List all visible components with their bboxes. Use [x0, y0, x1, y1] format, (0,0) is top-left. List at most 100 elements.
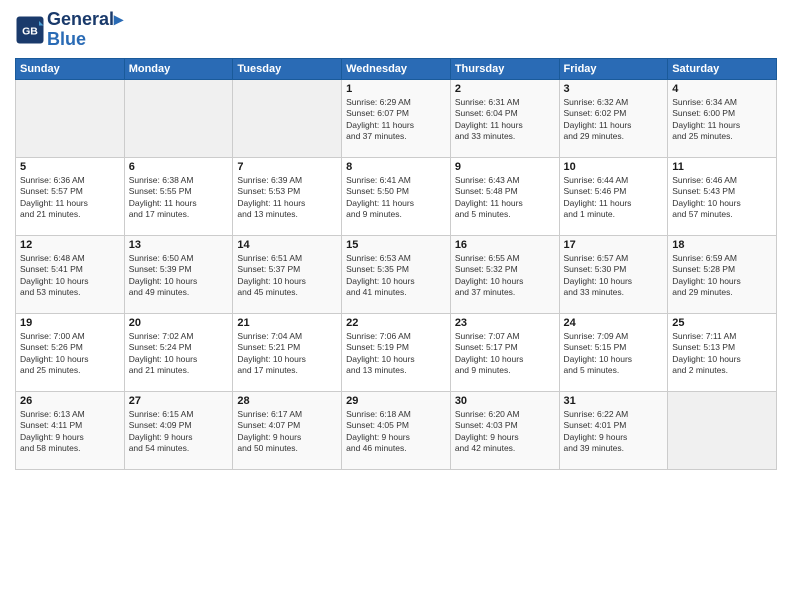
calendar-cell: 2 Sunrise: 6:31 AM Sunset: 6:04 PM Daylig… — [450, 79, 559, 157]
cell-info: Sunrise: 6:53 AM Sunset: 5:35 PM Dayligh… — [346, 253, 446, 299]
logo-text-line1: General▸ — [47, 10, 123, 30]
calendar-cell: 29Sunrise: 6:18 AM Sunset: 4:05 PM Dayli… — [342, 391, 451, 469]
day-number: 14 — [237, 239, 337, 251]
cell-info: Sunrise: 6:38 AM Sunset: 5:55 PM Dayligh… — [129, 175, 229, 221]
weekday-header-tuesday: Tuesday — [233, 58, 342, 79]
calendar-cell: 12 Sunrise: 6:48 AM Sunset: 5:41 PM Dayli… — [16, 235, 125, 313]
calendar-cell: 28Sunrise: 6:17 AM Sunset: 4:07 PM Dayli… — [233, 391, 342, 469]
cell-info: Sunrise: 6:34 AM Sunset: 6:00 PM Dayligh… — [672, 97, 772, 143]
cell-info: Sunrise: 6:29 AM Sunset: 6:07 PM Dayligh… — [346, 97, 446, 143]
cell-info: Sunrise: 6:20 AM Sunset: 4:03 PM Dayligh… — [455, 409, 555, 455]
header: GB General▸ Blue — [15, 10, 777, 50]
calendar-cell: 20 Sunrise: 7:02 AM Sunset: 5:24 PM Dayli… — [124, 313, 233, 391]
calendar-cell: 30 Sunrise: 6:20 AM Sunset: 4:03 PM Dayli… — [450, 391, 559, 469]
day-number: 25 — [672, 317, 772, 329]
cell-info: Sunrise: 6:50 AM Sunset: 5:39 PM Dayligh… — [129, 253, 229, 299]
day-number: 16 — [455, 239, 555, 251]
cell-info: Sunrise: 7:00 AM Sunset: 5:26 PM Dayligh… — [20, 331, 120, 377]
week-row-3: 12 Sunrise: 6:48 AM Sunset: 5:41 PM Dayli… — [16, 235, 777, 313]
day-number: 12 — [20, 239, 120, 251]
weekday-header-friday: Friday — [559, 58, 668, 79]
weekday-header-row: SundayMondayTuesdayWednesdayThursdayFrid… — [16, 58, 777, 79]
cell-info: Sunrise: 7:09 AM Sunset: 5:15 PM Dayligh… — [564, 331, 664, 377]
day-number: 31 — [564, 395, 664, 407]
day-number: 4 — [672, 83, 772, 95]
calendar-cell: 18 Sunrise: 6:59 AM Sunset: 5:28 PM Dayli… — [668, 235, 777, 313]
calendar-cell: 15 Sunrise: 6:53 AM Sunset: 5:35 PM Dayli… — [342, 235, 451, 313]
cell-info: Sunrise: 6:32 AM Sunset: 6:02 PM Dayligh… — [564, 97, 664, 143]
cell-info: Sunrise: 6:44 AM Sunset: 5:46 PM Dayligh… — [564, 175, 664, 221]
calendar-cell: 26 Sunrise: 6:13 AM Sunset: 4:11 PM Dayli… — [16, 391, 125, 469]
logo-text-line2: Blue — [47, 30, 123, 50]
calendar-cell: 10 Sunrise: 6:44 AM Sunset: 5:46 PM Dayli… — [559, 157, 668, 235]
calendar-cell: 24 Sunrise: 7:09 AM Sunset: 5:15 PM Dayli… — [559, 313, 668, 391]
logo: GB General▸ Blue — [15, 10, 123, 50]
calendar-cell: 13 Sunrise: 6:50 AM Sunset: 5:39 PM Dayli… — [124, 235, 233, 313]
cell-info: Sunrise: 7:11 AM Sunset: 5:13 PM Dayligh… — [672, 331, 772, 377]
day-number: 24 — [564, 317, 664, 329]
cell-info: Sunrise: 6:39 AM Sunset: 5:53 PM Dayligh… — [237, 175, 337, 221]
calendar-cell: 11 Sunrise: 6:46 AM Sunset: 5:43 PM Dayli… — [668, 157, 777, 235]
weekday-header-thursday: Thursday — [450, 58, 559, 79]
calendar-cell: 19Sunrise: 7:00 AM Sunset: 5:26 PM Dayli… — [16, 313, 125, 391]
cell-info: Sunrise: 6:43 AM Sunset: 5:48 PM Dayligh… — [455, 175, 555, 221]
calendar-page: GB General▸ Blue SundayMondayTuesdayWedn… — [0, 0, 792, 612]
week-row-5: 26 Sunrise: 6:13 AM Sunset: 4:11 PM Dayli… — [16, 391, 777, 469]
calendar-cell: 22Sunrise: 7:06 AM Sunset: 5:19 PM Dayli… — [342, 313, 451, 391]
calendar-cell: 25 Sunrise: 7:11 AM Sunset: 5:13 PM Dayli… — [668, 313, 777, 391]
weekday-header-saturday: Saturday — [668, 58, 777, 79]
day-number: 15 — [346, 239, 446, 251]
cell-info: Sunrise: 6:18 AM Sunset: 4:05 PM Dayligh… — [346, 409, 446, 455]
calendar-cell: 4 Sunrise: 6:34 AM Sunset: 6:00 PM Daylig… — [668, 79, 777, 157]
calendar-cell: 5 Sunrise: 6:36 AM Sunset: 5:57 PM Daylig… — [16, 157, 125, 235]
cell-info: Sunrise: 7:06 AM Sunset: 5:19 PM Dayligh… — [346, 331, 446, 377]
day-number: 18 — [672, 239, 772, 251]
day-number: 30 — [455, 395, 555, 407]
cell-info: Sunrise: 7:02 AM Sunset: 5:24 PM Dayligh… — [129, 331, 229, 377]
calendar-cell: 6 Sunrise: 6:38 AM Sunset: 5:55 PM Daylig… — [124, 157, 233, 235]
day-number: 10 — [564, 161, 664, 173]
svg-text:GB: GB — [22, 25, 38, 37]
cell-info: Sunrise: 6:55 AM Sunset: 5:32 PM Dayligh… — [455, 253, 555, 299]
cell-info: Sunrise: 6:36 AM Sunset: 5:57 PM Dayligh… — [20, 175, 120, 221]
calendar-cell: 21 Sunrise: 7:04 AM Sunset: 5:21 PM Dayli… — [233, 313, 342, 391]
day-number: 2 — [455, 83, 555, 95]
cell-info: Sunrise: 6:51 AM Sunset: 5:37 PM Dayligh… — [237, 253, 337, 299]
cell-info: Sunrise: 6:13 AM Sunset: 4:11 PM Dayligh… — [20, 409, 120, 455]
cell-info: Sunrise: 6:22 AM Sunset: 4:01 PM Dayligh… — [564, 409, 664, 455]
day-number: 9 — [455, 161, 555, 173]
calendar-cell — [16, 79, 125, 157]
cell-info: Sunrise: 6:48 AM Sunset: 5:41 PM Dayligh… — [20, 253, 120, 299]
calendar-cell: 8 Sunrise: 6:41 AM Sunset: 5:50 PM Daylig… — [342, 157, 451, 235]
cell-info: Sunrise: 6:41 AM Sunset: 5:50 PM Dayligh… — [346, 175, 446, 221]
cell-info: Sunrise: 6:46 AM Sunset: 5:43 PM Dayligh… — [672, 175, 772, 221]
day-number: 26 — [20, 395, 120, 407]
day-number: 27 — [129, 395, 229, 407]
day-number: 23 — [455, 317, 555, 329]
calendar-cell: 14 Sunrise: 6:51 AM Sunset: 5:37 PM Dayli… — [233, 235, 342, 313]
day-number: 11 — [672, 161, 772, 173]
day-number: 6 — [129, 161, 229, 173]
calendar-cell: 3 Sunrise: 6:32 AM Sunset: 6:02 PM Daylig… — [559, 79, 668, 157]
day-number: 21 — [237, 317, 337, 329]
calendar-cell — [233, 79, 342, 157]
cell-info: Sunrise: 6:31 AM Sunset: 6:04 PM Dayligh… — [455, 97, 555, 143]
day-number: 5 — [20, 161, 120, 173]
day-number: 17 — [564, 239, 664, 251]
day-number: 3 — [564, 83, 664, 95]
cell-info: Sunrise: 7:04 AM Sunset: 5:21 PM Dayligh… — [237, 331, 337, 377]
cell-info: Sunrise: 6:57 AM Sunset: 5:30 PM Dayligh… — [564, 253, 664, 299]
calendar-cell: 27Sunrise: 6:15 AM Sunset: 4:09 PM Dayli… — [124, 391, 233, 469]
logo-icon: GB — [15, 15, 45, 45]
cell-info: Sunrise: 6:59 AM Sunset: 5:28 PM Dayligh… — [672, 253, 772, 299]
day-number: 1 — [346, 83, 446, 95]
calendar-cell: 9 Sunrise: 6:43 AM Sunset: 5:48 PM Daylig… — [450, 157, 559, 235]
calendar-cell: 7Sunrise: 6:39 AM Sunset: 5:53 PM Daylig… — [233, 157, 342, 235]
weekday-header-wednesday: Wednesday — [342, 58, 451, 79]
weekday-header-monday: Monday — [124, 58, 233, 79]
day-number: 13 — [129, 239, 229, 251]
day-number: 20 — [129, 317, 229, 329]
calendar-cell: 16 Sunrise: 6:55 AM Sunset: 5:32 PM Dayli… — [450, 235, 559, 313]
day-number: 8 — [346, 161, 446, 173]
cell-info: Sunrise: 7:07 AM Sunset: 5:17 PM Dayligh… — [455, 331, 555, 377]
